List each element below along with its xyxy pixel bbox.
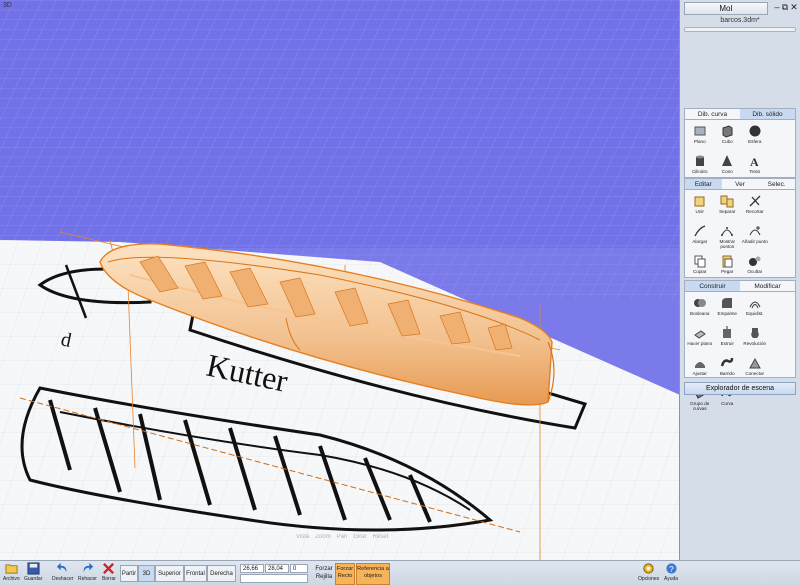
coord-x-field[interactable]: 26,66 <box>240 564 264 573</box>
fit-tool[interactable]: Ajustar <box>686 354 714 384</box>
progress-bar <box>684 27 796 32</box>
extend-tool[interactable]: Alargar <box>686 222 714 252</box>
plane-icon <box>694 126 706 136</box>
folder-icon <box>5 564 18 574</box>
extrude-tool[interactable]: Extruir <box>714 324 742 354</box>
sphere-icon <box>749 125 761 137</box>
help-icon: ? <box>665 563 677 574</box>
tab-edit[interactable]: Editar <box>685 179 722 189</box>
view-split-button[interactable]: Partir <box>120 565 138 582</box>
cube-tool[interactable]: Cubo <box>714 122 742 152</box>
add-point-tool[interactable]: Añadir punto <box>741 222 769 252</box>
build-panel: Construir Modificar Booleana Empalme Equ… <box>684 280 796 411</box>
nav-reset-hint[interactable]: Reset <box>373 534 389 540</box>
connect-tool[interactable]: Conectar <box>741 354 769 384</box>
fillet-icon <box>722 298 733 308</box>
scene-browser-button[interactable]: Explorador de escena <box>684 382 796 395</box>
undo-button[interactable]: Deshacer <box>52 562 73 582</box>
viewport-nav-controls[interactable]: Vista Zoom Pan Girar Reset <box>296 534 388 540</box>
trim-icon <box>749 195 761 207</box>
join-tool[interactable]: Unir <box>686 192 714 222</box>
object-snap-button[interactable]: Referencia a objetos <box>356 563 390 585</box>
ortho-button[interactable]: Forzar Recto <box>335 563 355 585</box>
redo-icon <box>83 562 94 573</box>
save-icon <box>27 562 40 575</box>
cylinder-icon <box>695 155 704 166</box>
nav-view-hint[interactable]: Vista <box>296 534 309 540</box>
tab-view[interactable]: Ver <box>722 179 759 189</box>
tab-draw-solid[interactable]: Dib. sólido <box>740 109 795 119</box>
distance-field[interactable] <box>240 574 308 583</box>
trim-tool[interactable]: Recortar <box>741 192 769 222</box>
cube-icon <box>722 125 733 138</box>
fillet-tool[interactable]: Empalme <box>714 294 742 324</box>
svg-text:?: ? <box>669 564 674 574</box>
revolve-icon <box>750 328 759 338</box>
extrude-icon <box>723 326 732 338</box>
plane-tool[interactable]: Plano <box>686 122 714 152</box>
make-plane-tool[interactable]: Hacer plano <box>686 324 714 354</box>
delete-button[interactable]: Borrar <box>102 562 116 582</box>
options-button[interactable]: Opciones <box>638 562 659 582</box>
tab-draw-curve[interactable]: Dib. curva <box>685 109 740 119</box>
view-top-button[interactable]: Superior <box>155 565 184 582</box>
viewport-canvas[interactable]: d Kutter <box>0 0 680 560</box>
text-icon: A <box>750 155 759 168</box>
draw-panel: Dib. curva Dib. sólido Plano Cubo Esfera… <box>684 108 796 178</box>
save-button[interactable]: Guardar <box>24 562 42 582</box>
gear-icon <box>643 563 654 574</box>
viewport-label: 3D <box>3 2 12 9</box>
separate-tool[interactable]: Separar <box>714 192 742 222</box>
3d-viewport[interactable]: d Kutter 3D Vista Zoom Pan Girar Reset <box>0 0 680 560</box>
svg-text:A: A <box>750 155 759 168</box>
bottom-toolbar: Archivo Guardar Deshacer Rehacer Borrar … <box>0 560 800 586</box>
file-button[interactable]: Archivo <box>3 562 20 582</box>
redo-button[interactable]: Rehacer <box>78 562 97 582</box>
offset-tool[interactable]: Equidist. <box>741 294 769 324</box>
view-right-button[interactable]: Derecha <box>207 565 236 582</box>
join-icon <box>694 196 705 207</box>
nav-zoom-hint[interactable]: Zoom <box>315 534 330 540</box>
cone-icon <box>722 155 733 166</box>
close-button[interactable]: ✕ <box>789 2 799 13</box>
snap-grid-button[interactable]: Forzar Rejilla <box>314 565 334 581</box>
separate-icon <box>720 195 734 208</box>
edit-panel: Editar Ver Selec. Unir Separar Recortar … <box>684 178 796 304</box>
add-point-icon <box>749 226 761 236</box>
sphere-tool[interactable]: Esfera <box>741 122 769 152</box>
undo-icon <box>57 562 67 573</box>
paste-icon <box>722 255 733 268</box>
view-front-button[interactable]: Frontal <box>184 565 207 582</box>
extend-icon <box>694 225 705 237</box>
connect-icon <box>748 357 761 369</box>
tab-select[interactable]: Selec. <box>758 179 795 189</box>
sweep-tool[interactable]: Barrido <box>714 354 742 384</box>
paste-tool[interactable]: Pegar <box>714 252 742 282</box>
show-points-tool[interactable]: Mostrar puntos <box>714 222 742 252</box>
help-button[interactable]: ? Ayuda <box>664 562 678 582</box>
boolean-tool[interactable]: Booleana <box>686 294 714 324</box>
copy-icon <box>694 255 706 268</box>
tab-modify[interactable]: Modificar <box>740 281 795 291</box>
file-name: barcos.3dm* <box>720 17 760 24</box>
boolean-icon <box>693 299 706 307</box>
coord-z-field[interactable]: 0 <box>290 564 308 573</box>
sweep-icon <box>721 357 734 367</box>
make-plane-icon <box>693 330 706 339</box>
app-title: MoI <box>684 2 768 15</box>
delete-icon <box>103 563 115 574</box>
revolve-tool[interactable]: Revolución <box>741 324 769 354</box>
nav-rotate-hint[interactable]: Girar <box>353 534 366 540</box>
hide-tool[interactable]: Ocultar <box>741 252 769 282</box>
show-points-icon <box>721 227 734 236</box>
offset-icon <box>749 301 761 309</box>
view-3d-button[interactable]: 3D <box>138 565 155 582</box>
fit-icon <box>694 362 705 368</box>
copy-tool[interactable]: Copiar <box>686 252 714 282</box>
tab-build[interactable]: Construir <box>685 281 740 291</box>
coord-y-field[interactable]: 28,04 <box>265 564 289 573</box>
hide-icon <box>748 256 761 266</box>
nav-pan-hint[interactable]: Pan <box>337 534 348 540</box>
